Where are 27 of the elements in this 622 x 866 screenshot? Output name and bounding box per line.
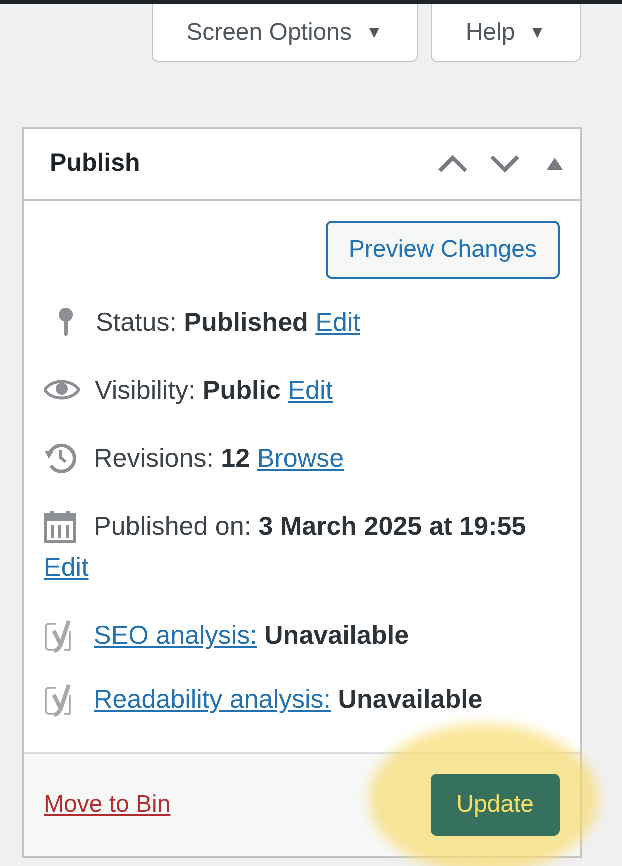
analysis-link[interactable]: SEO analysis: [94, 620, 258, 650]
screen-meta-toggle[interactable]: Screen Options ▼ [152, 4, 418, 62]
status-line: Visibility: Public [95, 375, 281, 406]
eye-icon [44, 378, 80, 402]
analysis-line: SEO analysis: Unavailable [94, 620, 410, 650]
history-clock-icon [44, 441, 78, 476]
calendar-icon [44, 510, 76, 544]
caret-icon: ▼ [366, 20, 383, 46]
status-line: Published on: 3 March 2025 at 19:55 [94, 512, 526, 542]
status-line: Status: Published [96, 307, 308, 338]
edit-link[interactable]: Edit [288, 375, 333, 406]
edit-link[interactable]: Edit [44, 552, 89, 582]
analysis-line: Readability analysis: Unavailable [94, 684, 483, 714]
analysis-link[interactable]: Readability analysis: [94, 684, 332, 714]
move-down-icon[interactable] [490, 155, 520, 173]
status-line: Revisions: 12 [94, 443, 250, 474]
move-to-bin-link[interactable]: Move to Bin [44, 786, 171, 823]
pin-icon [56, 307, 76, 338]
preview-changes-button[interactable]: Preview Changes [326, 221, 560, 279]
edit-link[interactable]: Browse [257, 443, 344, 474]
edit-link[interactable]: Edit [316, 307, 360, 338]
caret-icon: ▼ [529, 20, 546, 46]
panel-title: Publish [50, 148, 142, 180]
move-up-icon[interactable] [438, 155, 468, 173]
screen-meta-toggle[interactable]: Help ▼ [430, 4, 581, 62]
collapse-toggle-icon[interactable] [546, 157, 564, 171]
update-button[interactable]: Update [430, 774, 560, 836]
